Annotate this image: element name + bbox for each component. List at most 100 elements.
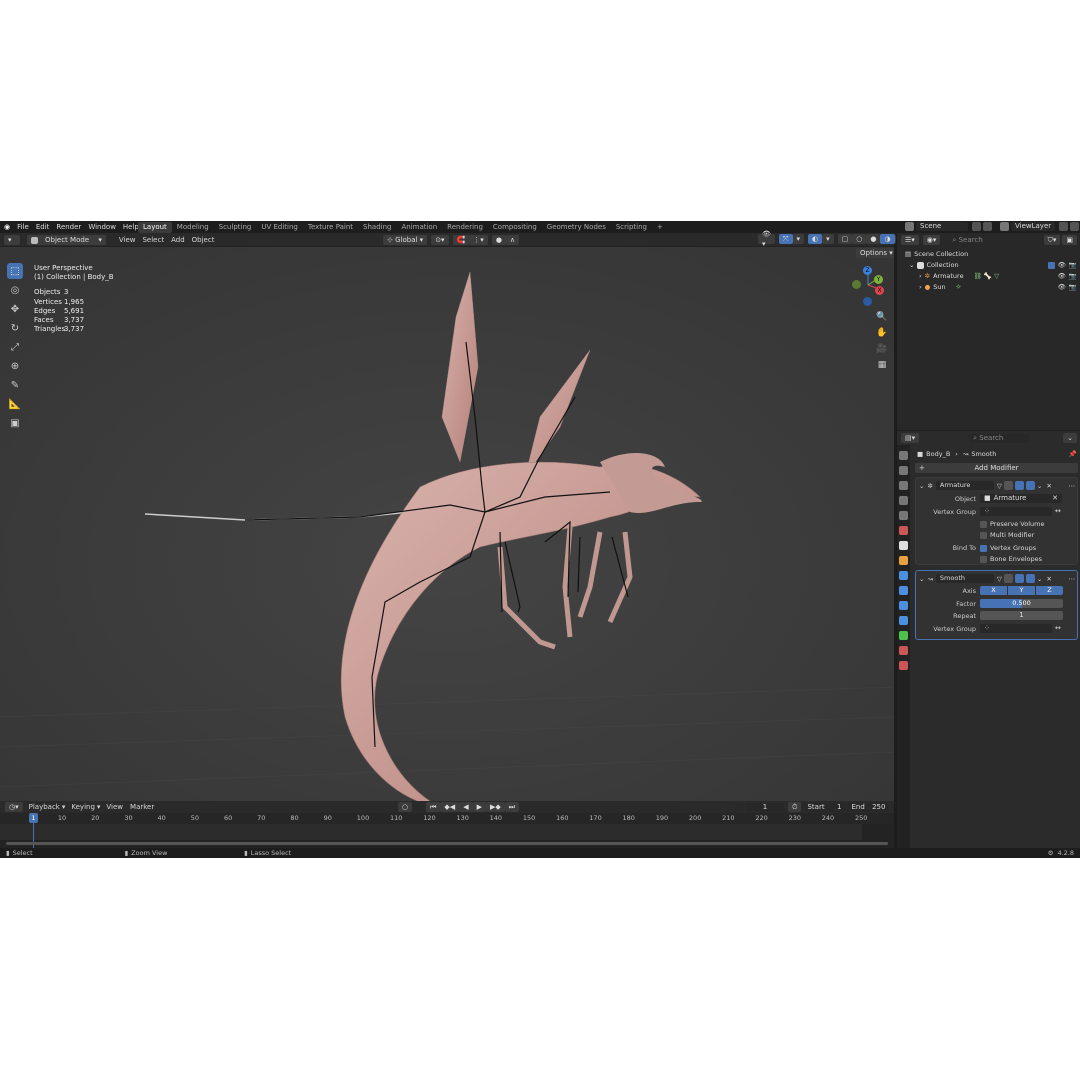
tab-shading[interactable]: Shading — [358, 222, 396, 233]
view-layer-field[interactable]: ViewLayer — [1011, 222, 1055, 231]
measure-tool[interactable]: 📐 — [7, 396, 23, 412]
render-camera-icon[interactable]: 📷 — [1069, 283, 1077, 291]
end-frame-field[interactable]: End 250 — [847, 802, 890, 812]
visibility-dropdown[interactable]: 👁▾ — [758, 230, 775, 248]
menu-help[interactable]: Help — [123, 223, 139, 231]
bone-envelopes-checkbox[interactable] — [980, 555, 987, 563]
play-reverse-button[interactable]: ◀ — [459, 802, 473, 812]
snap-toggle[interactable]: 🧲 — [452, 235, 470, 245]
modifier-tab-icon[interactable] — [899, 571, 908, 580]
jump-keyframe-forward-button[interactable]: ▶◆ — [485, 802, 505, 812]
output-tab-icon[interactable] — [899, 481, 908, 490]
menu-edit[interactable]: Edit — [36, 223, 50, 231]
factor-slider[interactable]: 0.500 — [980, 599, 1063, 608]
scene-collection-row[interactable]: ▤ Scene Collection — [905, 250, 968, 258]
render-toggle-icon[interactable] — [1025, 574, 1035, 583]
z-axis-dot[interactable]: Z — [863, 266, 872, 275]
vertex-groups-checkbox[interactable] — [980, 544, 987, 552]
constraints-tab-icon[interactable] — [899, 616, 908, 625]
timeline-scrollbar[interactable] — [6, 842, 888, 845]
expand-armature-icon[interactable]: › — [919, 272, 922, 280]
collection-tab-icon[interactable] — [899, 541, 908, 550]
navigation-gizmo[interactable]: Z Y X 🔍 ✋ 🎥 ▦ — [848, 263, 890, 393]
invert-vertex-group-icon[interactable]: ↔ — [1055, 624, 1061, 632]
menu-object[interactable]: Object — [192, 236, 215, 244]
gizmo-toggle[interactable]: ⤧ — [778, 234, 793, 244]
new-collection-icon[interactable]: ▣ — [1062, 235, 1077, 245]
scene-tab-icon[interactable] — [899, 511, 908, 520]
repeat-field[interactable]: 1 — [980, 611, 1063, 620]
preserve-volume-checkbox[interactable] — [980, 520, 987, 528]
render-tab-icon[interactable] — [899, 466, 908, 475]
jump-end-button[interactable]: ⏭ — [504, 802, 520, 812]
scale-tool[interactable]: ⤢ — [7, 339, 23, 355]
armature-vertex-group-field[interactable]: ⁘ — [980, 507, 1052, 516]
menu-playback[interactable]: Playback — [29, 803, 60, 811]
clear-object-icon[interactable]: ✕ — [1052, 494, 1058, 503]
transform-orientation-dropdown[interactable]: ⊹ Global ▾ — [383, 235, 428, 245]
falloff-dropdown[interactable]: ∧ — [505, 235, 520, 245]
preserve-volume-row[interactable]: Preserve Volume — [980, 520, 1044, 528]
play-button[interactable]: ▶ — [472, 802, 486, 812]
gizmo-dropdown[interactable]: ▾ — [792, 234, 805, 244]
move-tool[interactable]: ✥ — [7, 301, 23, 317]
render-camera-icon[interactable]: 📷 — [1069, 272, 1077, 280]
filter-dropdown[interactable]: ⛉▾ — [1043, 235, 1061, 245]
timeline-editor-type[interactable]: ◷▾ — [5, 802, 23, 812]
tab-compositing[interactable]: Compositing — [488, 222, 542, 233]
collapse-icon[interactable]: ⌄ — [919, 575, 924, 583]
jump-start-button[interactable]: ⏮ — [426, 802, 441, 812]
tab-modeling[interactable]: Modeling — [172, 222, 214, 233]
cage-toggle-icon[interactable] — [1003, 481, 1013, 490]
visibility-eye-icon[interactable]: 👁 — [1058, 272, 1066, 280]
invert-vertex-group-icon[interactable]: ↔ — [1055, 507, 1061, 515]
remove-modifier-icon[interactable]: ✕ — [1046, 575, 1051, 583]
modifier-menu-icon[interactable]: ⌄ — [1037, 482, 1042, 490]
vertex-groups-row[interactable]: Vertex Groups — [980, 544, 1036, 552]
tab-sculpting[interactable]: Sculpting — [214, 222, 257, 233]
drag-handle-icon[interactable]: ⋯ — [1069, 482, 1076, 490]
multi-modifier-checkbox[interactable] — [980, 531, 987, 539]
collection-row[interactable]: ⌄ Collection 👁 📷 — [909, 261, 1077, 269]
blender-logo-icon[interactable]: ◉ — [4, 223, 10, 231]
keyframe-area[interactable] — [0, 824, 862, 840]
scene-field[interactable]: Scene — [916, 222, 968, 231]
add-cube-tool[interactable]: ▣ — [7, 415, 23, 431]
add-workspace-button[interactable]: + — [652, 222, 668, 233]
select-box-tool[interactable]: ⬚ — [7, 263, 23, 279]
tool-tab-icon[interactable] — [899, 451, 908, 460]
annotate-tool[interactable]: ✎ — [7, 377, 23, 393]
jump-keyframe-back-button[interactable]: ◆◀ — [440, 802, 460, 812]
remove-modifier-icon[interactable]: ✕ — [1046, 482, 1051, 490]
modifier-menu-icon[interactable]: ⌄ — [1037, 575, 1042, 583]
outliner-editor-type[interactable]: ☰▾ — [901, 235, 919, 245]
particles-tab-icon[interactable] — [899, 586, 908, 595]
tab-layout[interactable]: Layout — [138, 221, 172, 233]
menu-keying[interactable]: Keying — [71, 803, 95, 811]
neg-y-axis-dot[interactable] — [852, 280, 861, 289]
bone-envelopes-row[interactable]: Bone Envelopes — [980, 555, 1042, 563]
properties-search-input[interactable]: ⌕ Search — [969, 433, 1030, 443]
object-tab-icon[interactable] — [899, 556, 908, 565]
grid-perspective-icon[interactable]: ▦ — [875, 358, 889, 372]
view-layer-tab-icon[interactable] — [899, 496, 908, 505]
pivot-point-dropdown[interactable]: ⊙▾ — [431, 235, 449, 245]
overlay-toggle[interactable]: ◐ — [808, 234, 823, 244]
tab-geometry-nodes[interactable]: Geometry Nodes — [542, 222, 611, 233]
viewport-toggle-icon[interactable] — [1014, 481, 1024, 490]
render-toggle-icon[interactable] — [1025, 481, 1035, 490]
tab-animation[interactable]: Animation — [396, 222, 442, 233]
expand-sun-icon[interactable]: › — [919, 283, 922, 291]
multi-modifier-row[interactable]: Multi Modifier — [980, 531, 1034, 539]
start-frame-field[interactable]: Start 1 — [803, 802, 846, 812]
material-tab-icon[interactable] — [899, 646, 908, 655]
current-frame-field[interactable]: 1 — [746, 802, 784, 812]
xray-toggle[interactable]: ▢ — [837, 234, 853, 244]
edit-mode-toggle-icon[interactable]: ▽ — [997, 482, 1002, 490]
collection-checkbox[interactable] — [1047, 261, 1055, 269]
pan-hand-icon[interactable]: ✋ — [875, 326, 889, 340]
smooth-modifier-name[interactable]: Smooth — [935, 574, 994, 583]
properties-options-dropdown[interactable]: ⌄ — [1063, 433, 1077, 443]
options-dropdown[interactable]: Options ▾ — [856, 248, 894, 258]
new-view-layer-icon[interactable] — [1059, 222, 1068, 231]
